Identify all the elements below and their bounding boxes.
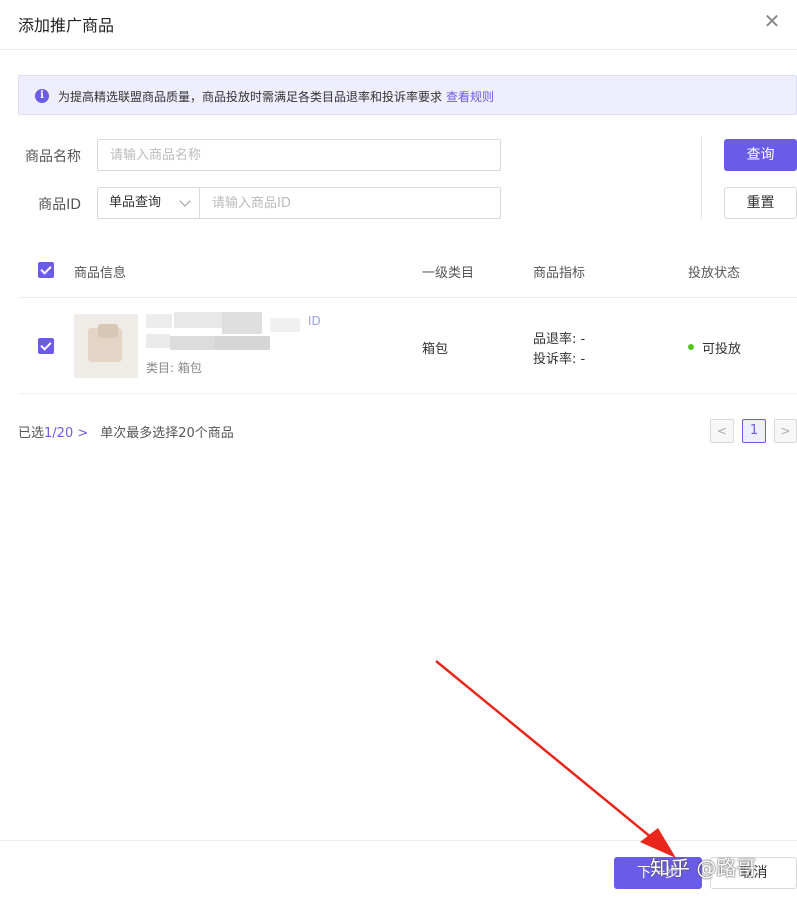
product-id-tag: ID (308, 314, 321, 328)
view-rules-link[interactable]: 查看规则 (446, 90, 494, 104)
chevron-right-icon: > (77, 426, 89, 441)
blurred-title (214, 336, 270, 350)
blurred-title (146, 334, 170, 348)
blurred-title (270, 318, 300, 332)
dialog-header: 添加推广商品 ✕ (0, 0, 797, 50)
notice-banner: i 为提高精选联盟商品质量，商品投放时需满足各类目品退率和投诉率要求 查看规则 (18, 75, 797, 115)
page-number-current[interactable]: 1 (742, 419, 766, 443)
blurred-title (170, 336, 214, 350)
status-dot (688, 344, 694, 350)
selection-limit: 单次最多选择20个商品 (100, 426, 234, 441)
id-mode-select[interactable]: 单品查询 (97, 187, 199, 219)
selected-prefix: 已选 (18, 426, 45, 441)
header-category: 一级类目 (422, 266, 475, 281)
selection-summary: 已选1/20 > 单次最多选择20个商品 (18, 422, 234, 441)
annotation-arrow-shaft (435, 660, 653, 839)
header-product-info: 商品信息 (74, 266, 127, 281)
query-button[interactable]: 查询 (724, 139, 797, 171)
info-icon: i (35, 89, 49, 103)
cell-return-rate: 品退率: - (533, 332, 586, 347)
blurred-title (222, 312, 262, 334)
table-row: ID 类目: 箱包 箱包 品退率: - 投诉率: - 可投放 (18, 298, 797, 394)
blurred-title (146, 314, 172, 328)
prev-page-button[interactable]: < (710, 419, 734, 443)
product-thumbnail (74, 314, 138, 378)
next-step-button[interactable]: 下一步 (614, 857, 702, 889)
table-header: 商品信息 一级类目 商品指标 投放状态 (18, 243, 797, 298)
reset-button[interactable]: 重置 (724, 187, 797, 219)
selected-count: 1/20 (44, 426, 74, 441)
notice-message: 为提高精选联盟商品质量，商品投放时需满足各类目品退率和投诉率要求 (58, 90, 443, 104)
thumbnail-shape (98, 324, 118, 338)
product-name-input[interactable] (97, 139, 501, 171)
form-divider (701, 137, 702, 219)
notice-text: 为提高精选联盟商品质量，商品投放时需满足各类目品退率和投诉率要求 查看规则 (58, 88, 494, 105)
cancel-button[interactable]: 取消 (710, 857, 797, 889)
product-category-line: 类目: 箱包 (146, 361, 202, 375)
product-name-label: 商品名称 (25, 149, 81, 165)
cell-complaint-rate: 投诉率: - (533, 352, 586, 367)
close-icon[interactable]: ✕ (761, 10, 783, 32)
header-status: 投放状态 (688, 266, 741, 281)
cell-status: 可投放 (702, 342, 742, 357)
dialog-title: 添加推广商品 (18, 16, 115, 35)
selected-count-link[interactable]: 1/20 > (44, 426, 88, 441)
annotation-arrow (435, 660, 676, 858)
product-id-input[interactable] (199, 187, 501, 219)
next-page-button[interactable]: > (774, 419, 797, 443)
select-all-checkbox[interactable] (38, 262, 54, 278)
product-id-label: 商品ID (38, 197, 81, 213)
id-mode-value: 单品查询 (109, 195, 162, 210)
cell-category: 箱包 (422, 342, 449, 357)
chevron-down-icon (179, 195, 191, 207)
row-checkbox[interactable] (38, 338, 54, 354)
header-metrics: 商品指标 (533, 266, 586, 281)
